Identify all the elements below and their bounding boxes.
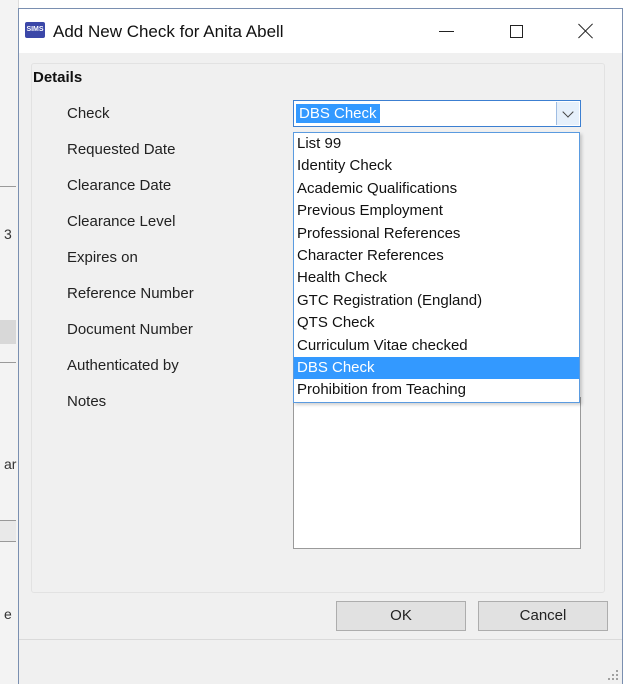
cancel-button[interactable]: Cancel (478, 601, 608, 631)
background-text: e (4, 606, 12, 622)
maximize-button[interactable] (493, 11, 539, 51)
minimize-icon (438, 30, 454, 32)
dropdown-option[interactable]: Character References (294, 245, 579, 267)
authenticated-by-label: Authenticated by (67, 357, 179, 374)
clearance-date-label: Clearance Date (67, 177, 172, 194)
check-options-list[interactable]: List 99 Identity Check Academic Qualificat… (293, 132, 580, 403)
background-divider (0, 186, 16, 187)
dropdown-option[interactable]: QTS Check (294, 312, 579, 334)
resize-grip-icon[interactable] (606, 668, 618, 680)
background-divider (0, 362, 16, 363)
background-field (0, 520, 16, 542)
chevron-down-icon (562, 105, 574, 118)
notes-label: Notes (67, 393, 107, 410)
expires-on-label: Expires on (67, 249, 138, 266)
clearance-level-label: Clearance Level (67, 213, 176, 230)
maximize-icon (509, 24, 523, 38)
dropdown-option[interactable]: Prohibition from Teaching (294, 379, 579, 401)
close-icon (578, 23, 594, 39)
dropdown-option[interactable]: Curriculum Vitae checked (294, 335, 579, 357)
status-bar (19, 639, 622, 684)
dropdown-option[interactable]: GTC Registration (England) (294, 290, 579, 312)
background-text: ar (4, 456, 17, 472)
reference-number-label: Reference Number (67, 285, 194, 302)
background-field (0, 320, 16, 344)
dropdown-option[interactable]: List 99 (294, 133, 579, 155)
dropdown-option[interactable]: DBS Check (294, 356, 579, 380)
check-selected-value: DBS Check (296, 104, 380, 123)
details-section-title: Details (33, 69, 83, 86)
dropdown-option[interactable]: Health Check (294, 267, 579, 289)
dropdown-option[interactable]: Previous Employment (294, 200, 579, 222)
minimize-button[interactable] (423, 11, 469, 51)
add-check-dialog: SIMS Add New Check for Anita Abell Detai… (18, 8, 623, 684)
dropdown-option[interactable]: Identity Check (294, 155, 579, 177)
ok-button[interactable]: OK (336, 601, 466, 631)
check-label: Check (67, 105, 110, 122)
notes-textarea[interactable] (293, 397, 581, 549)
combobox-dropdown-button[interactable] (556, 102, 579, 125)
requested-date-label: Requested Date (67, 141, 176, 158)
dropdown-option[interactable]: Professional References (294, 223, 579, 245)
document-number-label: Document Number (67, 321, 193, 338)
window-title: Add New Check for Anita Abell (53, 22, 284, 41)
close-button[interactable] (563, 11, 609, 51)
check-combobox[interactable]: DBS Check (293, 100, 581, 127)
sims-app-icon: SIMS (25, 22, 45, 38)
title-bar[interactable]: SIMS Add New Check for Anita Abell (19, 9, 622, 53)
background-text: 3 (4, 226, 12, 242)
dropdown-option[interactable]: Academic Qualifications (294, 178, 579, 200)
